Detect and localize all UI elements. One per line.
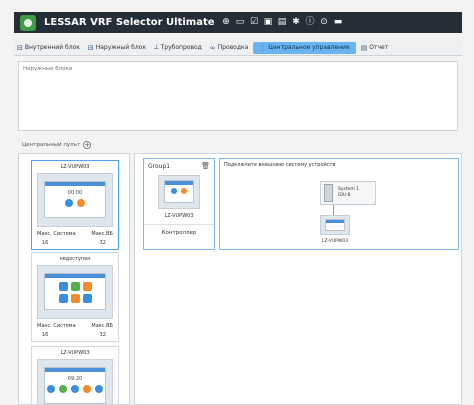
save-icon[interactable]: ▣ xyxy=(263,17,274,28)
card-title: LZ-VUPW03 xyxy=(60,350,90,356)
help-icon[interactable]: ⊙ xyxy=(319,17,330,28)
screen-time: 00:00 xyxy=(67,190,83,196)
app-title: LESSAR VRF Selector Ultimate xyxy=(44,17,215,28)
outdoor-units-panel: Наружные блоки xyxy=(18,61,458,131)
add-controller-button[interactable]: + xyxy=(83,141,92,149)
group-name: Group1 xyxy=(148,162,171,170)
tab-piping[interactable]: ⟂ Трубопровод xyxy=(151,42,205,54)
tab-bar: ⊟ Внутренний блок ⊟ Наружный блок ⟂ Труб… xyxy=(14,40,462,56)
external-system-area[interactable]: Подключите внешнюю систему устройств Sys… xyxy=(219,158,459,250)
controller-type: Контроллер xyxy=(144,224,214,236)
tab-label: Центральное управление xyxy=(268,44,350,51)
stat-value-system: 16 xyxy=(42,332,49,338)
stat-label-system: Макс. Система xyxy=(37,231,76,237)
trash-icon[interactable]: 🗑 xyxy=(201,162,210,170)
tab-indoor-unit[interactable]: ⊟ Внутренний блок xyxy=(14,42,83,54)
folder-icon[interactable]: ▭ xyxy=(235,17,246,28)
central-remote-header: Центральный пульт + xyxy=(22,141,92,149)
gear-icon[interactable]: ✱ xyxy=(291,17,302,28)
card-title: LZ-VUPW03 xyxy=(60,164,90,170)
stat-label-system: Макс. Система xyxy=(37,323,76,329)
controller-image: 09:20 xyxy=(37,359,113,404)
stat-label-idu: Макс.ВБ xyxy=(91,231,113,237)
info-icon[interactable]: ⓘ xyxy=(305,17,316,28)
controller-node[interactable] xyxy=(320,215,350,235)
system-node[interactable]: System 1 IDU:8 xyxy=(320,181,376,205)
title-bar: LESSAR VRF Selector Ultimate ⊕ ▭ ☑ ▣ ▤ ✱… xyxy=(14,12,462,33)
outdoor-units-title: Наружные блоки xyxy=(23,66,73,72)
tab-central-control[interactable]: ⋮ Центральное управление xyxy=(253,41,356,54)
outdoor-unit-icon xyxy=(324,184,333,202)
stat-value-idu: 32 xyxy=(99,332,106,338)
edit-icon[interactable]: ☑ xyxy=(249,17,260,28)
controller-thumbnail xyxy=(158,175,200,209)
tab-label: Трубопровод xyxy=(160,44,202,51)
pipe-icon: ⟂ xyxy=(153,43,159,51)
controller-list: LZ-VUPW03 00:00 Макс. Система Макс.ВБ 16… xyxy=(18,153,130,405)
tab-label: Внутренний блок xyxy=(24,44,80,51)
external-system-title: Подключите внешнюю систему устройств xyxy=(224,162,336,168)
controller-card[interactable]: недоступен Макс. Система Макс.ВБ 16 32 xyxy=(31,252,119,342)
tab-report[interactable]: ▤ Отчет xyxy=(358,42,392,54)
central-remote-label: Центральный пульт xyxy=(22,142,81,148)
tab-wiring[interactable]: ∞ Проводка xyxy=(207,42,252,54)
controller-model: LZ-VUPW03 xyxy=(164,213,194,219)
controller-card[interactable]: LZ-VUPW03 09:20 xyxy=(31,346,119,404)
connection-line xyxy=(333,205,334,215)
tab-outdoor-unit[interactable]: ⊟ Наружный блок xyxy=(85,42,149,54)
controller-node-name: LZ-VUPW03 xyxy=(321,239,349,244)
controller-image: 00:00 xyxy=(37,173,113,227)
controller-image xyxy=(37,265,113,319)
stat-label-idu: Макс.ВБ xyxy=(91,323,113,329)
group-box[interactable]: Group1 🗑 LZ-VUPW03 Контроллер xyxy=(143,158,215,250)
card-title: недоступен xyxy=(59,256,91,262)
screen-time: 09:20 xyxy=(67,376,83,382)
stat-value-idu: 32 xyxy=(99,240,106,246)
central-control-icon: ⋮ xyxy=(259,43,267,52)
export-icon[interactable]: ▬ xyxy=(333,17,344,28)
tab-label: Отчет xyxy=(369,44,389,51)
report-icon: ▤ xyxy=(360,43,368,52)
indoor-unit-icon: ⊟ xyxy=(17,43,23,52)
toolbar-icons: ⊕ ▭ ☑ ▣ ▤ ✱ ⓘ ⊙ ▬ xyxy=(221,17,344,28)
controller-card[interactable]: LZ-VUPW03 00:00 Макс. Система Макс.ВБ 16… xyxy=(31,160,119,250)
tab-label: Наружный блок xyxy=(95,44,146,51)
app-logo-icon xyxy=(20,14,36,31)
system-idu-count: IDU:8 xyxy=(338,193,351,198)
central-control-workspace: Group1 🗑 LZ-VUPW03 Контроллер Подключите… xyxy=(134,153,462,405)
wiring-icon: ∞ xyxy=(209,43,216,52)
tab-label: Проводка xyxy=(217,44,249,51)
outdoor-unit-icon: ⊟ xyxy=(87,43,94,52)
list-icon[interactable]: ▤ xyxy=(277,17,288,28)
plus-circle-icon[interactable]: ⊕ xyxy=(221,17,232,28)
stat-value-system: 16 xyxy=(42,240,49,246)
